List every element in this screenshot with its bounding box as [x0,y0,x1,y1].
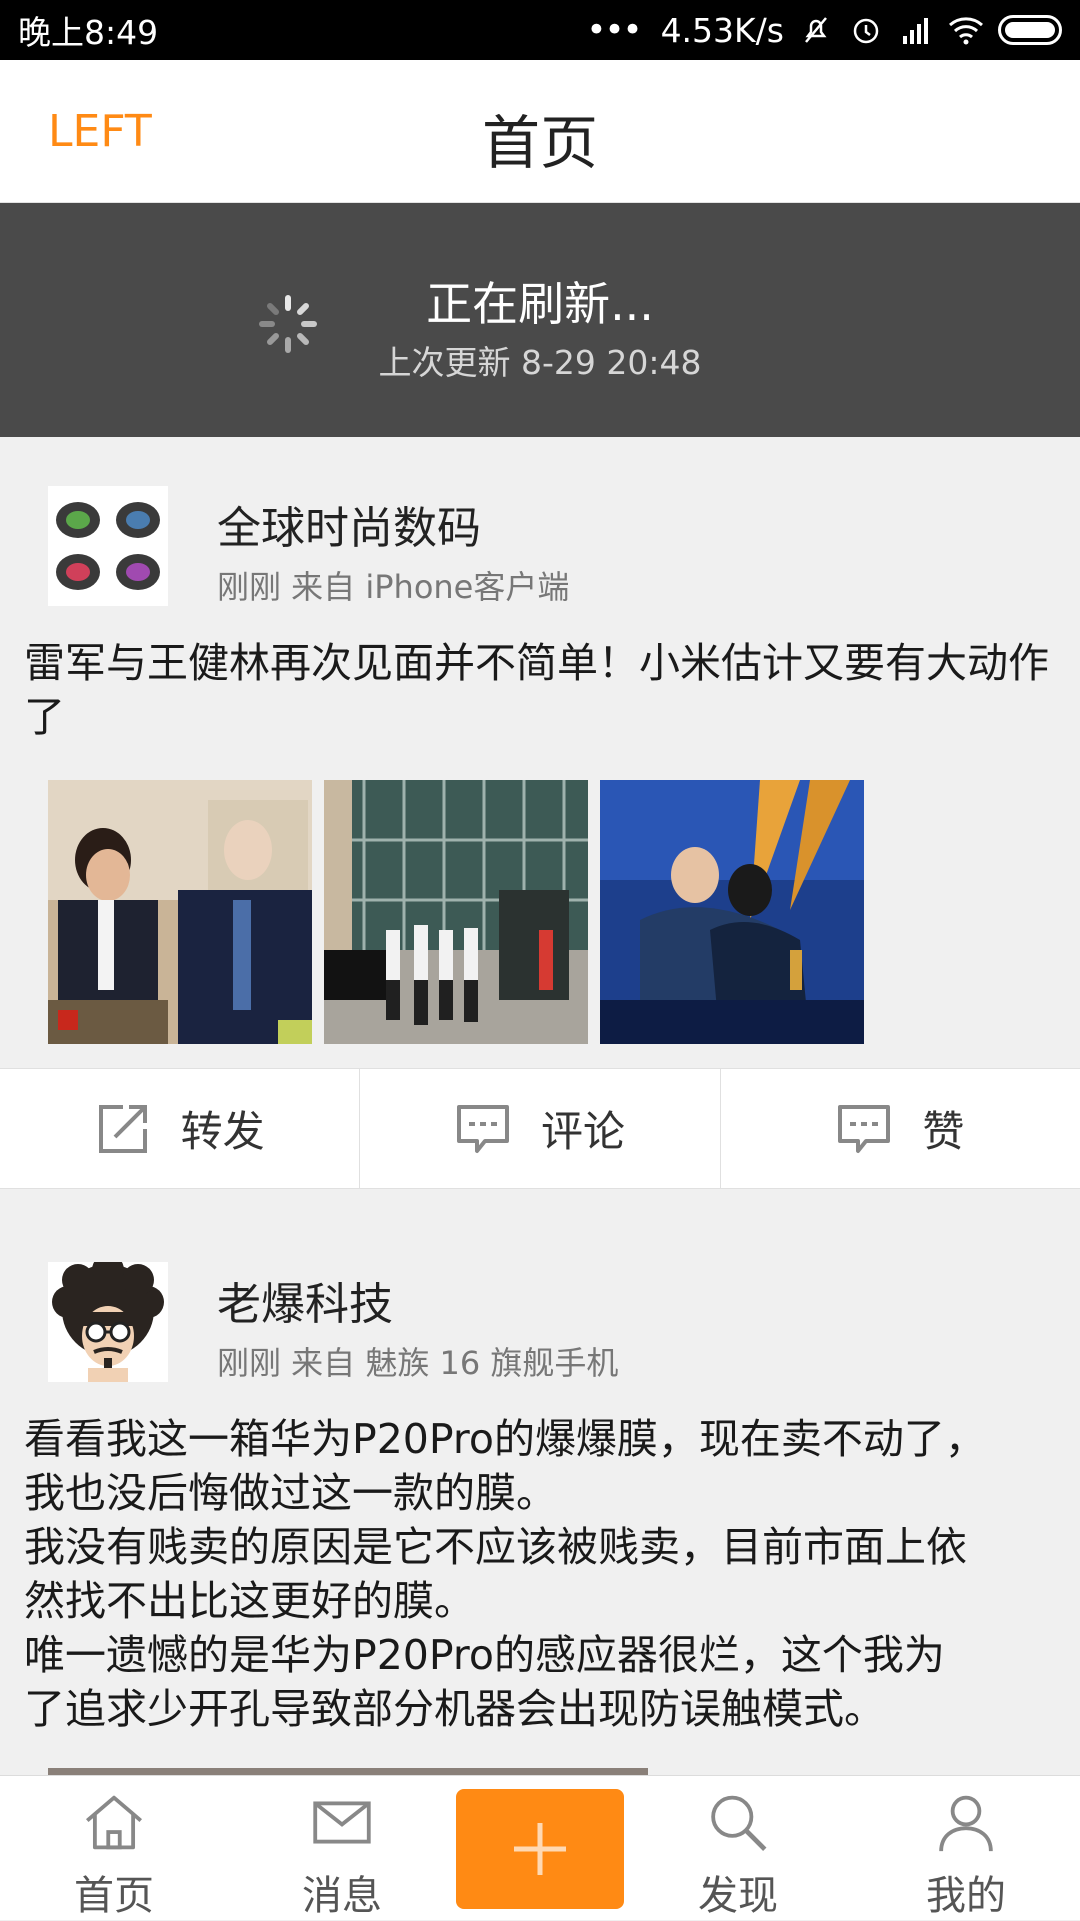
tab-home[interactable]: 首页 [24,1776,204,1921]
share-icon [98,1104,147,1153]
comment-icon [456,1104,509,1153]
repost-button[interactable]: 转发 [0,1069,361,1188]
more-dots-icon: ••• [586,10,642,50]
search-icon [711,1795,767,1851]
post-username[interactable]: 老爆科技 [217,1268,393,1332]
tab-me-label: 我的 [926,1873,1006,1919]
tab-messages-label: 消息 [302,1873,382,1919]
post-text-line: 看看我这一箱华为P20Pro的爆爆膜，现在卖不动了， [24,1415,986,1463]
wifi-icon [948,12,984,48]
alarm-icon [848,12,884,48]
post-action-bar: 转发 评论 赞 [0,1068,1080,1189]
post-text: 雷军与王健林再次见面并不简单！小米估计又要有大动作了 [24,639,1049,741]
post-username[interactable]: 全球时尚数码 [217,492,481,556]
post-image[interactable] [324,780,588,1044]
tab-me[interactable]: 我的 [876,1776,1056,1921]
battery-icon [998,15,1062,45]
comment-button[interactable]: 评论 [360,1069,721,1188]
post-meta: 刚刚 来自 魅族 16 旗舰手机 [217,1344,619,1382]
refresh-status: 正在刷新... [426,277,654,331]
user-icon [939,1795,993,1852]
post-text-line: 我也没后悔做过这一款的膜。 [24,1469,557,1517]
status-icons: ••• 4.53K/s [586,10,1062,50]
post-text-line: 了追求少开孔导致部分机器会出现防误触模式。 [24,1685,885,1733]
status-time: 晚上8:49 [18,13,159,52]
compose-button[interactable] [456,1789,624,1909]
tab-discover-label: 发现 [698,1873,778,1919]
repost-label: 转发 [180,1107,265,1156]
post-text-line: 唯一遗憾的是华为P20Pro的感应器很烂，这个我为 [24,1631,945,1679]
mute-bell-icon [798,12,834,48]
bottom-tab-bar: 首页 消息 发现 我的 [0,1775,1080,1920]
post-text: 看看我这一箱华为P20Pro的爆爆膜，现在卖不动了， 我也没后悔做过这一款的膜。… [24,1412,1056,1736]
tab-home-label: 首页 [74,1873,154,1919]
home-icon [85,1795,143,1850]
avatar[interactable] [48,1262,168,1382]
signal-icon [898,12,934,48]
like-label: 赞 [922,1107,965,1156]
post-image[interactable] [48,780,312,1044]
title-bar: LEFT 首页 [0,60,1080,203]
comment-label: 评论 [540,1107,625,1156]
page-title: 首页 [481,109,598,177]
avatar[interactable] [48,486,168,606]
status-bar: 晚上8:49 ••• 4.53K/s [0,0,1080,60]
like-button[interactable]: 赞 [721,1069,1080,1188]
refresh-last-update: 上次更新 8-29 20:48 [378,343,702,382]
plus-icon [514,1823,566,1875]
tab-discover[interactable]: 发现 [648,1776,828,1921]
network-speed: 4.53K/s [660,10,784,50]
comment-icon [838,1104,891,1153]
post-image[interactable] [600,780,864,1044]
tab-messages[interactable]: 消息 [252,1776,432,1921]
mail-icon [313,1801,371,1844]
post-text-line: 然找不出比这更好的膜。 [24,1577,475,1625]
post-text-line: 我没有贱卖的原因是它不应该被贱卖，目前市面上依 [24,1523,967,1571]
post-meta: 刚刚 来自 iPhone客户端 [217,568,570,606]
